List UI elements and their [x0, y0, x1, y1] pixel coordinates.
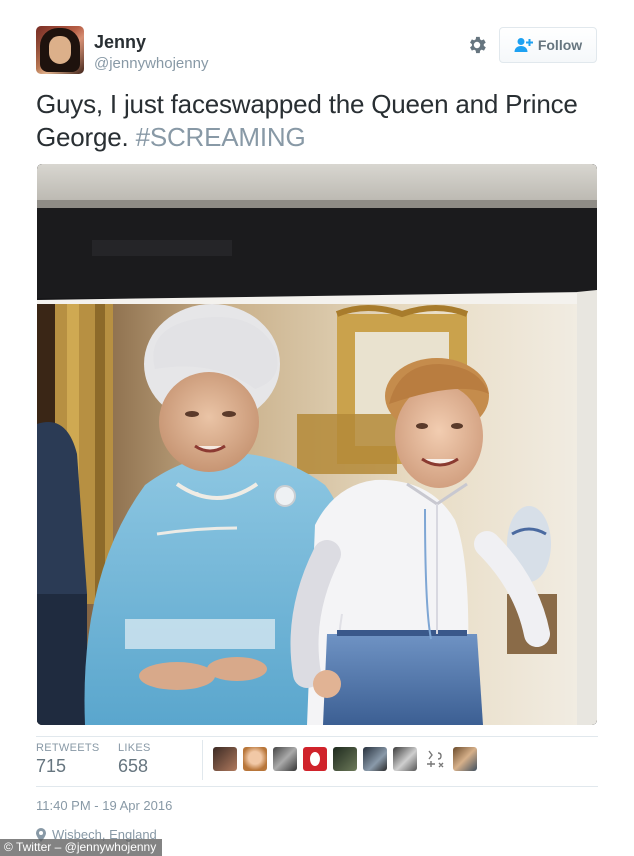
liker-avatar[interactable] — [303, 747, 327, 771]
retweets-label[interactable]: RETWEETS — [36, 742, 100, 754]
liker-avatar[interactable] — [423, 747, 447, 771]
likes-label[interactable]: LIKES — [118, 742, 151, 754]
stats-bottom-divider — [36, 786, 598, 787]
stats-top-divider — [36, 736, 598, 737]
tweet-card: Jenny @jennywhojenny Follow Guys, I just… — [0, 0, 634, 856]
hashtag-link[interactable]: #SCREAMING — [136, 122, 306, 152]
tweet-timestamp[interactable]: 11:40 PM - 19 Apr 2016 — [36, 798, 172, 813]
liker-avatars — [213, 747, 477, 771]
liker-avatar[interactable] — [273, 747, 297, 771]
tweet-photo[interactable] — [37, 164, 597, 725]
author-name[interactable]: Jenny — [94, 32, 146, 53]
liker-avatar[interactable] — [333, 747, 357, 771]
author-handle[interactable]: @jennywhojenny — [94, 55, 208, 72]
retweets-count[interactable]: 715 — [36, 756, 66, 777]
liker-avatar[interactable] — [243, 747, 267, 771]
stats-divider — [202, 740, 203, 780]
photo-credit: © Twitter – @jennywhojenny — [0, 839, 163, 856]
tweet-text: Guys, I just faceswapped the Queen and P… — [36, 88, 606, 154]
add-user-icon — [514, 38, 533, 52]
follow-label: Follow — [537, 37, 583, 53]
liker-avatar[interactable] — [363, 747, 387, 771]
tweet-body: Guys, I just faceswapped the Queen and P… — [36, 89, 578, 152]
liker-avatar[interactable] — [393, 747, 417, 771]
liker-avatar[interactable] — [453, 747, 477, 771]
follow-button[interactable]: Follow — [499, 27, 597, 63]
likes-count[interactable]: 658 — [118, 756, 148, 777]
gear-icon[interactable] — [466, 34, 488, 56]
liker-avatar[interactable] — [213, 747, 237, 771]
author-avatar[interactable] — [36, 26, 84, 74]
